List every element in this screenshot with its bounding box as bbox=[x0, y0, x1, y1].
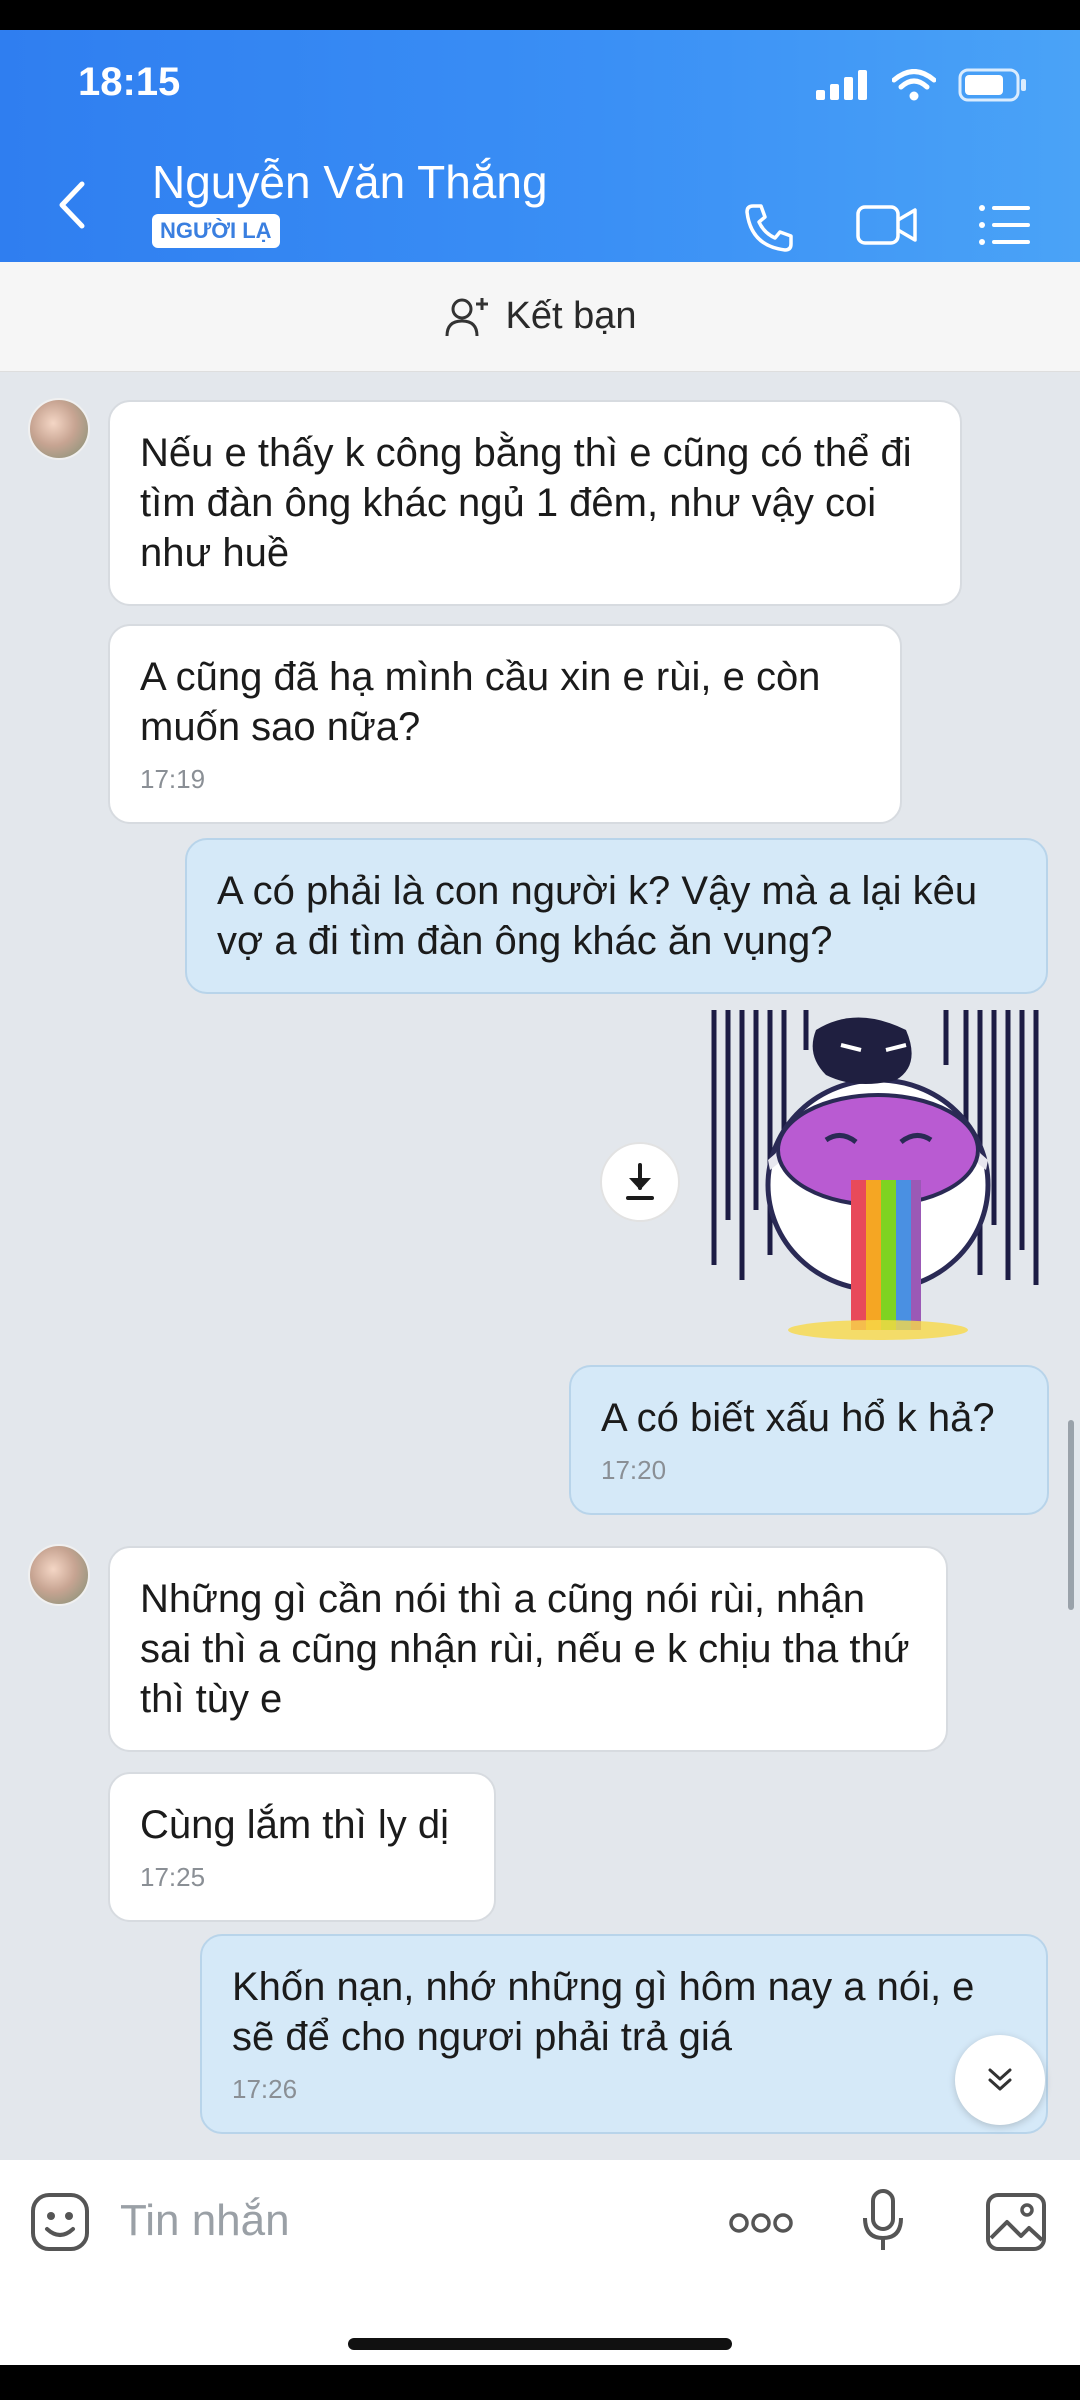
message-bubble[interactable]: Nếu e thấy k công bằng thì e cũng có thể… bbox=[108, 400, 962, 606]
add-friend-bar[interactable]: Kết bạn bbox=[0, 262, 1080, 372]
wifi-icon bbox=[892, 69, 936, 101]
phone-call-icon[interactable] bbox=[743, 202, 795, 254]
stranger-badge: NGƯỜI LẠ bbox=[152, 214, 280, 248]
scroll-to-bottom-button[interactable] bbox=[955, 2035, 1045, 2125]
message-bubble[interactable]: Khốn nạn, nhớ những gì hôm nay a nói, e … bbox=[200, 1934, 1048, 2134]
message-bubble[interactable]: Những gì cần nói thì a cũng nói rùi, nhậ… bbox=[108, 1546, 948, 1752]
avatar[interactable] bbox=[28, 398, 90, 460]
more-options-icon[interactable] bbox=[728, 2212, 794, 2234]
status-time: 18:15 bbox=[78, 60, 181, 104]
message-text: A cũng đã hạ mình cầu xin e rùi, e còn m… bbox=[140, 655, 821, 749]
download-button[interactable] bbox=[600, 1142, 680, 1222]
add-friend-label: Kết bạn bbox=[505, 295, 637, 337]
battery-icon bbox=[958, 68, 1026, 102]
message-bubble[interactable]: Cùng lắm thì ly dị 17:25 bbox=[108, 1772, 496, 1922]
message-time: 17:19 bbox=[140, 764, 206, 794]
menu-list-icon[interactable] bbox=[978, 202, 1032, 248]
sticker-image[interactable] bbox=[706, 1010, 1046, 1345]
message-text: Khốn nạn, nhớ những gì hôm nay a nói, e … bbox=[232, 1965, 975, 2059]
message-time: 17:20 bbox=[601, 1455, 667, 1485]
message-bubble[interactable]: A có biết xấu hổ k hả? 17:20 bbox=[569, 1365, 1049, 1515]
message-text: A có phải là con người k? Vậy mà a lại k… bbox=[217, 869, 978, 963]
status-icons bbox=[816, 68, 1028, 102]
image-gallery-icon[interactable] bbox=[985, 2192, 1047, 2252]
message-text: Cùng lắm thì ly dị bbox=[140, 1803, 450, 1847]
video-call-icon[interactable] bbox=[855, 202, 919, 248]
signal-icon bbox=[816, 70, 867, 100]
avatar[interactable] bbox=[28, 1544, 90, 1606]
bottom-bar bbox=[0, 2365, 1080, 2400]
back-icon[interactable] bbox=[52, 180, 92, 230]
message-text: Nếu e thấy k công bằng thì e cũng có thể… bbox=[140, 431, 912, 575]
chat-header: 18:15 Nguyễn Văn Thắng NGƯỜI LẠ bbox=[0, 30, 1080, 262]
message-bubble[interactable]: A có phải là con người k? Vậy mà a lại k… bbox=[185, 838, 1048, 994]
message-text: A có biết xấu hổ k hả? bbox=[601, 1396, 995, 1440]
scrollbar[interactable] bbox=[1068, 1420, 1074, 1610]
home-indicator[interactable] bbox=[348, 2338, 732, 2350]
message-input[interactable]: Tin nhắn bbox=[120, 2196, 290, 2246]
microphone-icon[interactable] bbox=[862, 2188, 904, 2254]
emoji-icon[interactable] bbox=[30, 2192, 90, 2252]
status-bar-top bbox=[0, 0, 1080, 30]
download-icon bbox=[626, 1163, 654, 1200]
message-bubble[interactable]: A cũng đã hạ mình cầu xin e rùi, e còn m… bbox=[108, 624, 902, 824]
add-friend-icon bbox=[445, 297, 488, 336]
message-composer: Tin nhắn bbox=[0, 2160, 1080, 2365]
contact-name[interactable]: Nguyễn Văn Thắng bbox=[152, 155, 548, 209]
message-time: 17:25 bbox=[140, 1862, 206, 1892]
double-chevron-down-icon bbox=[988, 2068, 1012, 2091]
message-time: 17:26 bbox=[232, 2074, 298, 2104]
message-text: Những gì cần nói thì a cũng nói rùi, nhậ… bbox=[140, 1577, 910, 1721]
